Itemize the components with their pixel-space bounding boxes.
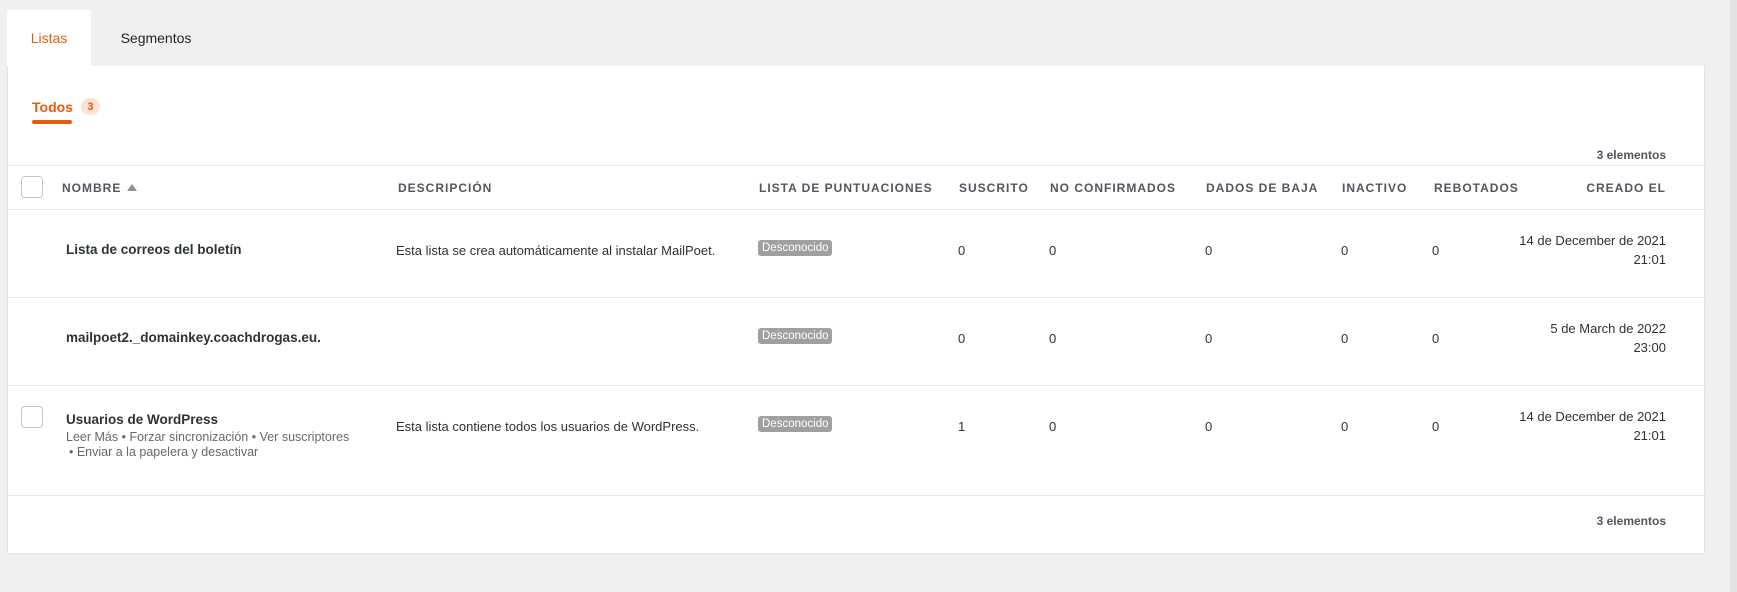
filter-todos[interactable]: Todos 3: [32, 98, 100, 115]
no-confirmados-value: 0: [1049, 243, 1057, 258]
read-more-link[interactable]: Leer Más: [66, 430, 118, 444]
created-date-day: 5 de March de 2022: [1550, 321, 1666, 336]
suscrito-value: 0: [958, 243, 966, 258]
suscrito-value: 0: [958, 331, 966, 346]
active-filter-underline: [32, 120, 72, 124]
column-header-rebotados[interactable]: REBOTADOS: [1434, 181, 1519, 195]
created-date-time: 21:01: [1633, 428, 1666, 443]
items-count-bottom: 3 elementos: [1596, 514, 1666, 528]
score-badge: Desconocido: [758, 416, 833, 432]
dados-baja-value: 0: [1205, 243, 1213, 258]
column-header-descripcion: DESCRIPCIÓN: [398, 181, 493, 195]
column-header-suscrito[interactable]: SUSCRITO: [959, 181, 1029, 195]
rebotados-value: 0: [1432, 243, 1440, 258]
created-date-day: 14 de December de 2021: [1519, 233, 1666, 248]
rebotados-value: 0: [1432, 419, 1440, 434]
tab-bar: Listas Segmentos: [7, 10, 221, 66]
no-confirmados-value: 0: [1049, 331, 1057, 346]
row-actions: Leer Más • Forzar sincronización • Ver s…: [66, 430, 349, 460]
score-badge: Desconocido: [758, 328, 833, 344]
inactivo-value: 0: [1341, 243, 1349, 258]
column-label-nombre: NOMBRE: [62, 181, 122, 195]
tab-listas[interactable]: Listas: [7, 10, 91, 66]
list-name[interactable]: Lista de correos del boletín: [66, 242, 242, 257]
view-subscribers-link[interactable]: • Ver suscriptores: [252, 430, 349, 444]
score-badge: Desconocido: [758, 240, 833, 256]
row-divider: [8, 297, 1706, 298]
items-count-top: 3 elementos: [1596, 148, 1666, 162]
list-name[interactable]: Usuarios de WordPress: [66, 412, 218, 427]
column-header-no-confirmados[interactable]: NO CONFIRMADOS: [1050, 181, 1176, 195]
trash-deactivate-link[interactable]: • Enviar a la papelera y desactivar: [69, 445, 258, 459]
dados-baja-value: 0: [1205, 331, 1213, 346]
select-all-checkbox[interactable]: [21, 176, 43, 198]
list-description: Esta lista se crea automáticamente al in…: [396, 243, 716, 258]
column-header-dados-baja[interactable]: DADOS DE BAJA: [1206, 181, 1318, 195]
filter-count-badge: 3: [80, 98, 100, 115]
inactivo-value: 0: [1341, 419, 1349, 434]
created-date-time: 21:01: [1633, 252, 1666, 267]
list-name[interactable]: mailpoet2._domainkey.coachdrogas.eu.: [66, 330, 321, 345]
column-header-creado[interactable]: CREADO EL: [1586, 181, 1666, 195]
row-divider: [8, 385, 1706, 386]
sort-ascending-icon[interactable]: [127, 184, 138, 191]
column-header-inactivo[interactable]: INACTIVO: [1342, 181, 1407, 195]
scrollbar-track[interactable]: [1730, 0, 1737, 592]
suscrito-value: 1: [958, 419, 966, 434]
row-select-checkbox[interactable]: [21, 406, 43, 428]
lists-panel: Todos 3 3 elementos NOMBRE DESCRIPCIÓN L…: [7, 66, 1706, 554]
header-top-divider: [8, 165, 1706, 166]
inactivo-value: 0: [1341, 331, 1349, 346]
filter-label[interactable]: Todos: [32, 99, 73, 115]
created-date: 14 de December de 2021 21:01: [1519, 231, 1666, 269]
tab-segmentos[interactable]: Segmentos: [91, 10, 221, 66]
created-date-time: 23:00: [1633, 340, 1666, 355]
column-header-nombre[interactable]: NOMBRE: [62, 181, 138, 195]
table-bottom-divider: [8, 495, 1706, 496]
header-bottom-divider: [8, 209, 1706, 210]
no-confirmados-value: 0: [1049, 419, 1057, 434]
created-date: 14 de December de 2021 21:01: [1519, 407, 1666, 445]
dados-baja-value: 0: [1205, 419, 1213, 434]
force-sync-link[interactable]: • Forzar sincronización: [122, 430, 249, 444]
column-header-puntuaciones: LISTA DE PUNTUACIONES: [759, 181, 933, 195]
created-date-day: 14 de December de 2021: [1519, 409, 1666, 424]
list-description: Esta lista contiene todos los usuarios d…: [396, 419, 700, 434]
rebotados-value: 0: [1432, 331, 1440, 346]
created-date: 5 de March de 2022 23:00: [1550, 319, 1666, 357]
